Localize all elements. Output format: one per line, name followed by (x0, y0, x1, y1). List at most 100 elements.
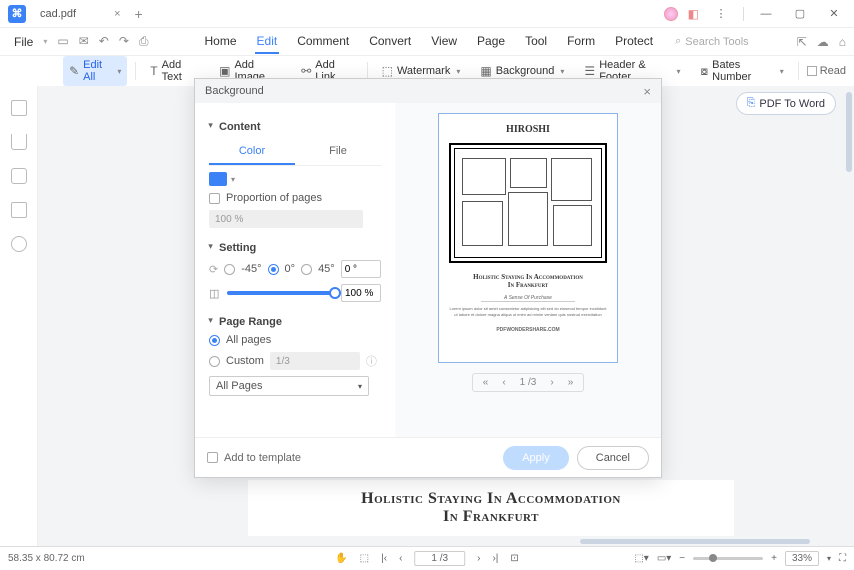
custom-row[interactable]: Custom 1/3 ⓘ (209, 352, 381, 370)
horizontal-scrollbar[interactable] (580, 539, 810, 544)
bates-number-button[interactable]: ⧇Bates Number (695, 56, 790, 86)
color-swatch[interactable] (209, 172, 227, 186)
apply-button[interactable]: Apply (503, 446, 569, 470)
account-badge-icon[interactable] (664, 7, 678, 21)
subtab-file[interactable]: File (295, 139, 381, 165)
dialog-footer: Add to template Apply Cancel (195, 437, 661, 477)
proportion-checkbox[interactable] (209, 193, 220, 204)
all-pages-row[interactable]: All pages (209, 334, 381, 346)
opacity-row: ◫ (209, 284, 381, 302)
cancel-button[interactable]: Cancel (577, 446, 649, 470)
edit-all-button[interactable]: ✎Edit All (63, 56, 127, 86)
comments-icon[interactable] (11, 168, 27, 184)
rotation-neg45[interactable] (224, 264, 235, 275)
tab-view[interactable]: View (429, 30, 459, 54)
close-window-button[interactable]: ✕ (822, 4, 846, 24)
pager-last-icon[interactable]: » (568, 377, 574, 388)
bates-icon: ⧇ (701, 64, 709, 79)
opacity-input[interactable] (341, 284, 381, 302)
custom-radio[interactable] (209, 356, 220, 367)
page-dimensions: 58.35 x 80.72 cm (8, 553, 85, 564)
document-tab[interactable]: cad.pdf × (40, 8, 121, 20)
fit-width-icon[interactable]: ⬚▾ (634, 553, 648, 564)
save-icon[interactable]: ▭ (57, 34, 68, 49)
rotate-icon: ⟳ (209, 263, 218, 276)
tab-protect[interactable]: Protect (613, 30, 655, 54)
image-icon: ▣ (219, 64, 230, 78)
select-tool-icon[interactable]: ⬚ (360, 553, 369, 564)
preview-sub: A Sense Of Purchase (481, 295, 576, 302)
add-template-checkbox[interactable] (207, 452, 218, 463)
checkbox-icon (807, 66, 817, 76)
vertical-scrollbar[interactable] (846, 92, 852, 172)
slider-thumb[interactable] (329, 287, 341, 299)
undo-icon[interactable]: ↶ (99, 34, 109, 49)
new-tab-button[interactable]: + (135, 6, 143, 22)
fit-icon[interactable]: ⊡ (510, 553, 518, 564)
mail-icon[interactable]: ✉ (79, 34, 89, 49)
page-indicator[interactable]: 1 /3 (414, 551, 465, 566)
dialog-settings-pane: Content Color File ▾ Proportion of pages… (195, 103, 395, 437)
minimize-button[interactable]: — (754, 4, 778, 24)
tab-home[interactable]: Home (203, 30, 239, 54)
pdf-to-word-button[interactable]: PDF To Word (736, 92, 836, 115)
maximize-button[interactable]: ▢ (788, 4, 812, 24)
preview-page: HIROSHI Holistic Staying In Accommodatio… (438, 113, 618, 363)
notifications-icon[interactable]: ◧ (688, 7, 699, 21)
content-subtabs: Color File (209, 139, 381, 166)
tab-edit[interactable]: Edit (255, 30, 280, 54)
tab-form[interactable]: Form (565, 30, 597, 54)
hand-tool-icon[interactable]: ✋ (335, 553, 347, 564)
zoom-thumb[interactable] (709, 554, 717, 562)
pager-first-icon[interactable]: « (483, 377, 489, 388)
last-page-icon[interactable]: ›| (492, 553, 498, 564)
rotation-45[interactable] (301, 264, 312, 275)
opacity-slider[interactable] (227, 291, 335, 295)
attachments-icon[interactable] (11, 202, 27, 218)
add-template-row[interactable]: Add to template (207, 452, 301, 464)
first-page-icon[interactable]: |‹ (381, 553, 387, 564)
watermark-icon: ⬚ (382, 64, 393, 78)
pager-next-icon[interactable]: › (550, 377, 553, 388)
left-rail (0, 86, 38, 546)
print-icon[interactable]: ⎙ (139, 34, 149, 49)
tab-page[interactable]: Page (475, 30, 507, 54)
read-toggle[interactable]: Read (807, 65, 846, 77)
tab-comment[interactable]: Comment (295, 30, 351, 54)
zoom-in-icon[interactable]: + (771, 553, 777, 564)
all-pages-radio[interactable] (209, 335, 220, 346)
range-select[interactable]: All Pages ▾ (209, 376, 369, 396)
floorplan-image (454, 148, 602, 258)
thumbnails-icon[interactable] (11, 100, 27, 116)
tab-convert[interactable]: Convert (367, 30, 413, 54)
zoom-out-icon[interactable]: − (679, 553, 685, 564)
pager-prev-icon[interactable]: ‹ (502, 377, 505, 388)
zoom-slider[interactable] (693, 557, 763, 560)
home-icon[interactable]: ⌂ (839, 35, 846, 49)
zoom-caret-icon[interactable]: ▾ (827, 554, 831, 563)
zoom-value[interactable]: 33% (785, 551, 819, 566)
cloud-icon[interactable]: ☁ (817, 35, 829, 49)
fullscreen-icon[interactable]: ⛶ (839, 553, 846, 564)
preview-pager: « ‹ 1 /3 › » (472, 373, 585, 392)
proportion-row[interactable]: Proportion of pages (209, 192, 381, 204)
share-icon[interactable]: ⇱ (797, 35, 807, 49)
dialog-title: Background (205, 85, 264, 97)
dialog-close-button[interactable]: × (643, 84, 651, 99)
rotation-input[interactable] (341, 260, 381, 278)
prev-page-icon[interactable]: ‹ (399, 553, 402, 564)
file-menu[interactable]: File (8, 33, 39, 51)
bookmark-icon[interactable] (11, 134, 27, 150)
rotation-0[interactable] (268, 264, 279, 275)
more-icon[interactable]: ⋮ (709, 4, 733, 24)
tab-tool[interactable]: Tool (523, 30, 549, 54)
proportion-value: 100 % (209, 210, 363, 228)
close-tab-icon[interactable]: × (114, 8, 120, 20)
subtab-color[interactable]: Color (209, 139, 295, 165)
redo-icon[interactable]: ↷ (119, 34, 129, 49)
search-tools[interactable]: ⌕ Search Tools (675, 35, 749, 48)
next-page-icon[interactable]: › (477, 553, 480, 564)
search-rail-icon[interactable] (11, 236, 27, 252)
layout-icon[interactable]: ▭▾ (657, 553, 671, 564)
color-swatch-row[interactable]: ▾ (209, 172, 381, 186)
